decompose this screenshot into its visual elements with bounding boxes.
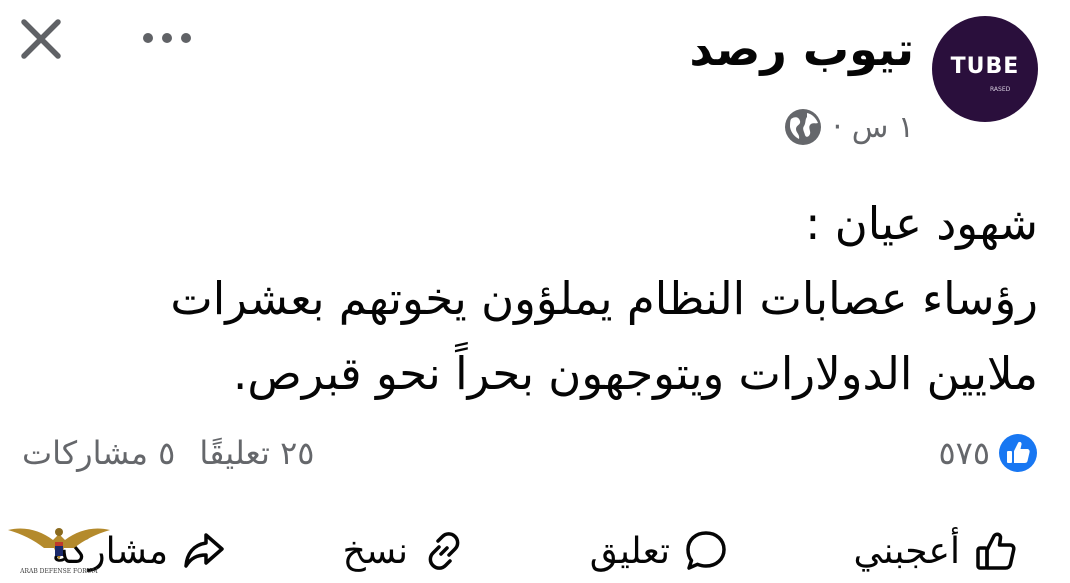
post-text-line: رؤساء عصابات النظام يملؤون يخوتهم بعشرات (170, 272, 1038, 325)
page-avatar[interactable]: TUBE RASED (932, 16, 1038, 122)
post-stats: ٥٧٥ ٢٥ تعليقًا ٥ مشاركات (22, 430, 1038, 476)
more-icon (143, 33, 191, 43)
reactions-count: ٥٧٥ (938, 434, 990, 472)
shares-count[interactable]: ٥ مشاركات (22, 434, 175, 472)
link-icon (428, 532, 460, 570)
comment-icon (686, 531, 726, 570)
post-card: TUBE RASED تيوب رصد ١ س · شهود عيان : رؤ… (0, 0, 1070, 583)
thumbs-up-icon (976, 532, 1016, 570)
comments-count[interactable]: ٢٥ تعليقًا (199, 434, 314, 472)
post-meta: ١ س · (783, 104, 914, 150)
page-name[interactable]: تيوب رصد (689, 22, 914, 76)
post-text-line: شهود عيان : (805, 197, 1038, 250)
close-icon (21, 19, 61, 59)
copy-label: نسخ (342, 530, 408, 572)
eagle-emblem-icon (8, 528, 110, 560)
avatar-logo-text: TUBE (950, 54, 1020, 79)
reactions-summary[interactable]: ٥٧٥ (938, 432, 1038, 474)
watermark-text: ARAB DEFENSE FORUM (20, 568, 98, 575)
like-button[interactable]: أعجبني (854, 520, 1018, 582)
copy-button[interactable]: نسخ (343, 520, 466, 582)
post-text-line: ملايين الدولارات ويتوجهون بحراً نحو قبرص… (233, 347, 1038, 400)
like-label: أعجبني (853, 530, 960, 572)
action-bar: أعجبني تعليق نسخ مشاركة (0, 520, 1070, 582)
post-text: شهود عيان : رؤساء عصابات النظام يملؤون ي… (38, 186, 1038, 411)
share-icon (184, 533, 224, 568)
close-button[interactable] (18, 16, 64, 62)
like-badge-icon (999, 434, 1037, 472)
more-options-button[interactable] (140, 26, 196, 50)
comment-label: تعليق (589, 530, 670, 572)
engagement-counts: ٢٥ تعليقًا ٥ مشاركات (22, 432, 314, 474)
comment-button[interactable]: تعليق (590, 520, 728, 582)
avatar-logo-subtext: RASED (990, 86, 1011, 93)
forum-watermark: ARAB DEFENSE FORUM (4, 516, 114, 582)
post-timestamp[interactable]: ١ س · (833, 110, 914, 145)
globe-icon (784, 109, 821, 145)
